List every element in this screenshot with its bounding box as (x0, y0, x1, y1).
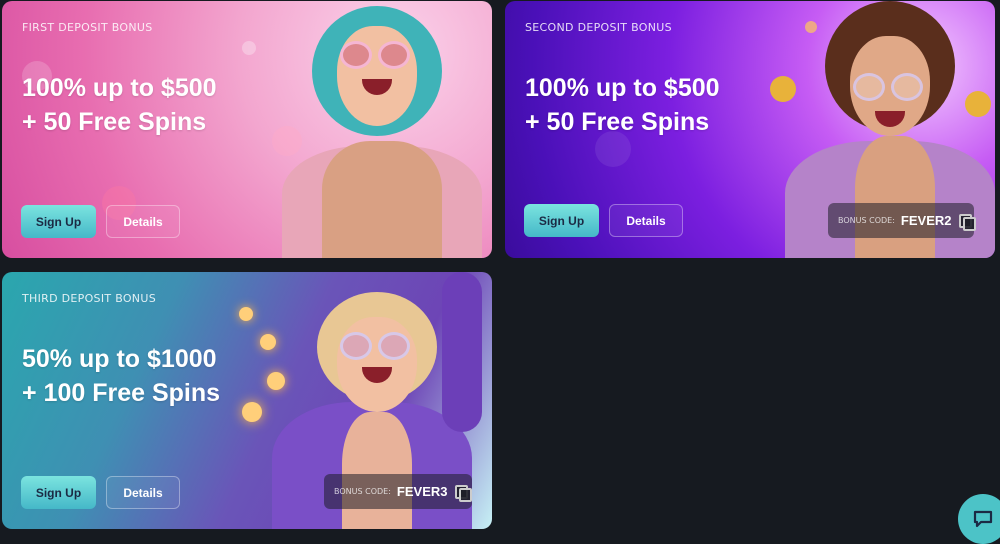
bonus-label: FIRST DEPOSIT BONUS (22, 21, 153, 34)
bonus-headline-line2: + 50 Free Spins (22, 108, 207, 136)
details-button[interactable]: Details (609, 204, 683, 237)
live-chat-button[interactable] (958, 494, 1000, 544)
promo-woman-illustration (272, 1, 492, 258)
bonus-headline: 100% up to $500 + 50 Free Spins (22, 71, 217, 139)
bonus-headline-line1: 100% up to $500 (525, 74, 720, 102)
bonus-label: THIRD DEPOSIT BONUS (22, 292, 156, 305)
light-decoration (239, 307, 253, 321)
bonus-headline-line1: 50% up to $1000 (22, 345, 217, 373)
bonus-headline-line2: + 50 Free Spins (525, 108, 710, 136)
sign-up-button[interactable]: Sign Up (524, 204, 599, 237)
sign-up-button[interactable]: Sign Up (21, 476, 96, 509)
bonus-code-value: FEVER2 (900, 213, 952, 228)
bonus-headline-line1: 100% up to $500 (22, 74, 217, 102)
details-button[interactable]: Details (106, 476, 180, 509)
third-deposit-bonus-card: THIRD DEPOSIT BONUS 50% up to $1000 + 10… (2, 272, 492, 529)
bonus-code-value: FEVER3 (396, 484, 448, 499)
bonus-code-label: BONUS CODE: (334, 487, 391, 496)
light-decoration (242, 402, 262, 422)
details-button[interactable]: Details (106, 205, 180, 238)
bonus-headline-line2: + 100 Free Spins (22, 379, 221, 407)
sign-up-button[interactable]: Sign Up (21, 205, 96, 238)
confetti-decoration (242, 41, 256, 55)
copy-icon[interactable] (959, 213, 977, 231)
bonus-code-box[interactable]: BONUS CODE: FEVER3 (324, 474, 473, 509)
bonus-label: SECOND DEPOSIT BONUS (525, 21, 672, 34)
bonus-code-box[interactable]: BONUS CODE: FEVER2 (828, 203, 977, 238)
bonus-headline: 100% up to $500 + 50 Free Spins (525, 71, 720, 139)
copy-icon[interactable] (455, 484, 473, 502)
bonus-code-label: BONUS CODE: (838, 216, 895, 225)
chat-bubble-icon (973, 510, 993, 528)
first-deposit-bonus-card: FIRST DEPOSIT BONUS 100% up to $500 + 50… (2, 1, 492, 258)
bonus-headline: 50% up to $1000 + 100 Free Spins (22, 342, 220, 410)
second-deposit-bonus-card: SECOND DEPOSIT BONUS 100% up to $500 + 5… (505, 1, 995, 258)
